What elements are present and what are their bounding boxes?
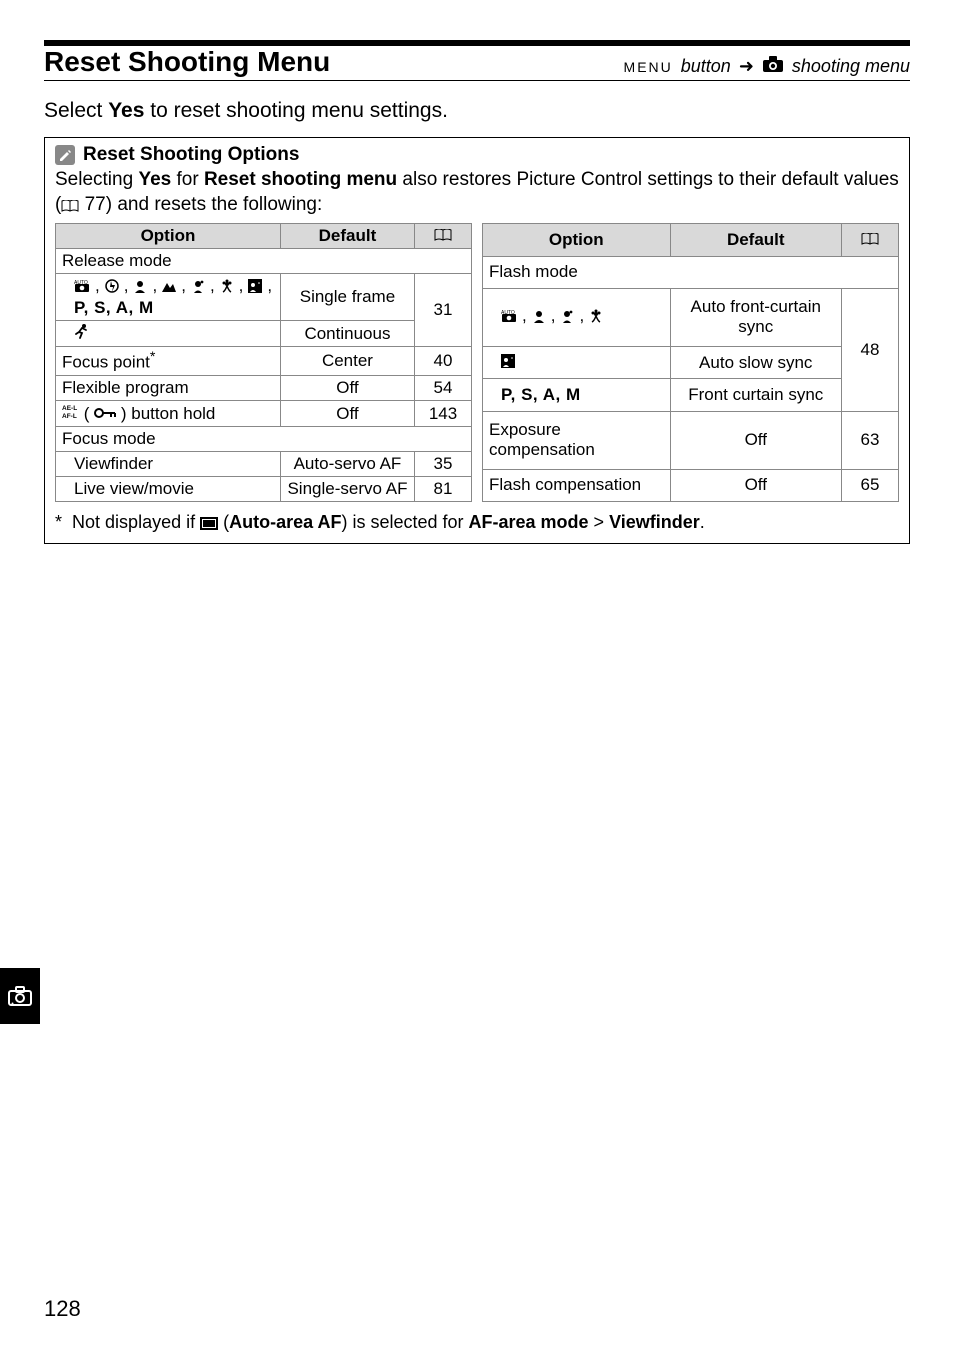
cell-default-front-curtain: Front curtain sync: [670, 379, 842, 411]
box-title: Reset Shooting Options: [83, 144, 299, 166]
row-live-view: Live view/movie: [56, 477, 281, 502]
right-table: Option Default Flash mode AUTO, , ,: [482, 223, 899, 502]
cell-page-35: 35: [415, 452, 472, 477]
section-flash-mode: Flash mode: [483, 256, 899, 288]
col-option: Option: [56, 224, 281, 249]
footnote: * Not displayed if (Auto-area AF) is sel…: [55, 512, 899, 533]
camera-outline-icon: [7, 985, 33, 1007]
ael-afl-icon: AE-LAF-L: [62, 403, 79, 419]
box-description: Selecting Yes for Reset shooting menu al…: [55, 168, 899, 217]
row-flash-modes-1: AUTO, , ,: [483, 288, 671, 346]
cell-default-off-2: Off: [280, 401, 414, 427]
cell-default-auto-slow-sync: Auto slow sync: [670, 347, 842, 379]
cell-default-off-3: Off: [670, 411, 842, 469]
cell-default-off-1: Off: [280, 376, 414, 401]
row-flash-comp: Flash compensation: [483, 469, 671, 501]
menu-glyph: MENU: [624, 59, 673, 75]
button-label: button: [681, 56, 731, 77]
col-default-r: Default: [670, 224, 842, 256]
scene-mode-icons-2: AUTO, , ,: [501, 306, 603, 326]
scene-mode-icons-1: AUTO, , , , , , ,: [74, 276, 272, 296]
cell-page-63: 63: [842, 411, 899, 469]
cell-default-single-frame: Single frame: [280, 274, 414, 321]
night-portrait-icon: [501, 354, 515, 368]
row-flexible-program: Flexible program: [56, 376, 281, 401]
sports-icon: [74, 323, 90, 339]
shooting-menu-text: shooting menu: [792, 56, 910, 77]
page-title: Reset Shooting Menu: [44, 46, 330, 78]
row-focus-point: Focus point*: [56, 347, 281, 376]
row-psam: P, S, A, M: [483, 379, 671, 411]
pencil-icon: [55, 145, 75, 165]
row-exposure-comp: Exposure compensation: [483, 411, 671, 469]
page-number: 128: [44, 1296, 81, 1322]
cell-page-81: 81: [415, 477, 472, 502]
cell-default-single-servo: Single-servo AF: [280, 477, 414, 502]
arrow-icon: ➜: [739, 56, 754, 77]
auto-area-af-icon: [200, 517, 218, 530]
row-button-hold: AE-LAF-L ( ) button hold: [56, 401, 281, 427]
col-default: Default: [280, 224, 414, 249]
cell-page-54: 54: [415, 376, 472, 401]
section-focus-mode: Focus mode: [56, 427, 472, 452]
reset-options-box: Reset Shooting Options Selecting Yes for…: [44, 137, 910, 544]
book-icon: [61, 194, 79, 215]
row-sports-icon: [56, 321, 281, 347]
row-night-portrait-icon: [483, 347, 671, 379]
cell-page-31: 31: [415, 274, 472, 347]
cell-default-auto-servo: Auto-servo AF: [280, 452, 414, 477]
cell-default-off-4: Off: [670, 469, 842, 501]
col-page-r: [842, 224, 899, 256]
cell-default-auto-front-curtain: Auto front-curtain sync: [670, 288, 842, 346]
title-bar: Reset Shooting Menu MENU button ➜ shooti…: [44, 46, 910, 81]
row-viewfinder: Viewfinder: [56, 452, 281, 477]
cell-default-continuous: Continuous: [280, 321, 414, 347]
camera-icon: [762, 55, 784, 78]
left-table: Option Default Release mode AUTO, , , ,: [55, 223, 472, 502]
col-page: [415, 224, 472, 249]
cell-page-65: 65: [842, 469, 899, 501]
cell-page-48: 48: [842, 288, 899, 411]
cell-default-center: Center: [280, 347, 414, 376]
col-option-r: Option: [483, 224, 671, 256]
row-modes-1: AUTO, , , , , , , P, S, A, M: [56, 274, 281, 321]
svg-text:AE-L: AE-L: [62, 405, 77, 412]
cell-page-40: 40: [415, 347, 472, 376]
title-context: MENU button ➜ shooting menu: [624, 55, 910, 78]
body-paragraph: Select Yes to reset shooting menu settin…: [44, 99, 910, 123]
lock-key-icon: [94, 407, 116, 419]
svg-text:AF-L: AF-L: [62, 413, 77, 419]
side-tab: [0, 968, 40, 1024]
cell-page-143: 143: [415, 401, 472, 427]
section-release-mode: Release mode: [56, 249, 472, 274]
